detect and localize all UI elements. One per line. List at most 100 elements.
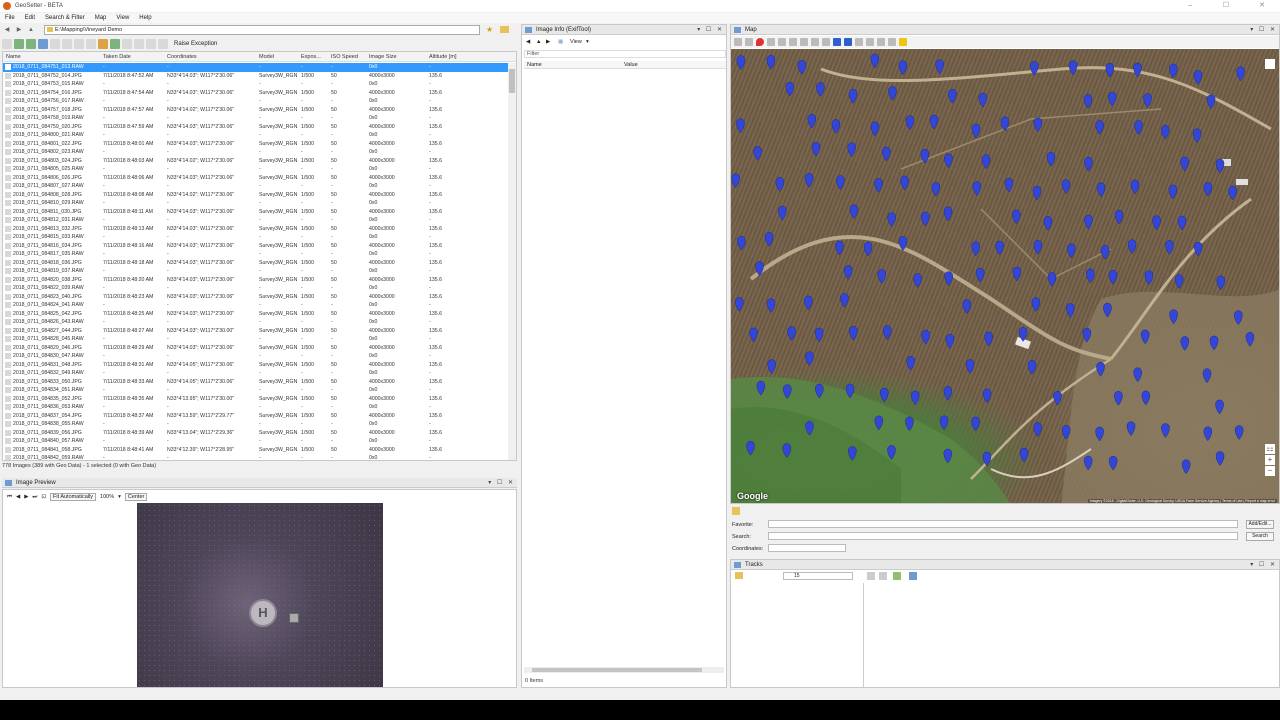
photo-location-marker[interactable] bbox=[1027, 360, 1037, 375]
photo-location-marker[interactable] bbox=[778, 205, 787, 221]
photo-location-marker[interactable] bbox=[1012, 209, 1021, 225]
photo-location-marker[interactable] bbox=[797, 60, 807, 75]
photo-location-marker[interactable] bbox=[1000, 116, 1010, 132]
table-row[interactable]: 2018_0711_084752_014.JPG 7/11/2018 8:47:5… bbox=[3, 72, 509, 81]
search-folder-icon[interactable] bbox=[732, 507, 740, 515]
export-icon[interactable] bbox=[134, 39, 144, 49]
table-row[interactable]: 2018_0711_084810_029.RAW - - - - - 0x0 - bbox=[3, 199, 509, 208]
photo-location-marker[interactable] bbox=[1130, 179, 1140, 195]
zoom-value[interactable]: 100% bbox=[100, 494, 114, 500]
photo-location-marker[interactable] bbox=[840, 293, 849, 308]
col-model[interactable]: Model bbox=[259, 54, 274, 60]
map-route-icon[interactable] bbox=[767, 38, 775, 46]
col-altitude[interactable]: Altitude [m] bbox=[429, 54, 457, 60]
photo-location-marker[interactable] bbox=[870, 121, 880, 137]
photo-location-marker[interactable] bbox=[1033, 422, 1042, 437]
photo-location-marker[interactable] bbox=[737, 235, 746, 251]
photo-location-marker[interactable] bbox=[1168, 184, 1178, 200]
zoom-dropdown-icon[interactable]: ▾ bbox=[118, 494, 121, 500]
view-menu[interactable]: View bbox=[570, 39, 582, 45]
map-nav-forward-icon[interactable] bbox=[844, 38, 852, 46]
photo-location-marker[interactable] bbox=[849, 325, 858, 341]
col-exposure[interactable]: Expos... bbox=[301, 54, 321, 60]
photo-location-marker[interactable] bbox=[735, 297, 744, 312]
table-row[interactable]: 2018_0711_084830_047.RAW - - - - - 0x0 - bbox=[3, 352, 509, 361]
table-row[interactable]: 2018_0711_084838_055.RAW - - - - - 0x0 - bbox=[3, 420, 509, 429]
photo-location-marker[interactable] bbox=[1108, 269, 1118, 285]
photo-location-marker[interactable] bbox=[982, 388, 992, 404]
last-image-icon[interactable]: ⏭ bbox=[32, 494, 37, 501]
photo-location-marker[interactable] bbox=[921, 211, 930, 227]
photo-location-marker[interactable] bbox=[1144, 270, 1154, 286]
photo-location-marker[interactable] bbox=[882, 146, 891, 162]
copy-icon[interactable] bbox=[74, 39, 84, 49]
photo-location-marker[interactable] bbox=[1206, 94, 1216, 110]
photo-location-marker[interactable] bbox=[736, 55, 746, 71]
table-row[interactable]: 2018_0711_084834_051.RAW - - - - - 0x0 - bbox=[3, 386, 509, 395]
map-track-icon[interactable] bbox=[866, 38, 874, 46]
photo-location-marker[interactable] bbox=[1043, 216, 1053, 231]
photo-location-marker[interactable] bbox=[835, 240, 844, 256]
photo-location-marker[interactable] bbox=[1174, 274, 1184, 289]
photo-location-marker[interactable] bbox=[1203, 182, 1213, 197]
table-row[interactable]: 2018_0711_084823_040.JPG 7/11/2018 8:48:2… bbox=[3, 293, 509, 302]
map-link-icon[interactable] bbox=[877, 38, 885, 46]
forward-arrow-icon[interactable]: ▶ bbox=[14, 25, 24, 35]
table-row[interactable]: 2018_0711_084839_056.JPG 7/11/2018 8:48:3… bbox=[3, 429, 509, 438]
tracks-tool-icon-2[interactable] bbox=[879, 572, 887, 580]
photo-location-marker[interactable] bbox=[944, 271, 953, 287]
table-row[interactable]: 2018_0711_084808_028.JPG 7/11/2018 8:48:0… bbox=[3, 191, 509, 200]
table-row[interactable]: 2018_0711_084822_039.RAW - - - - - 0x0 - bbox=[3, 284, 509, 293]
map-refresh-icon[interactable] bbox=[855, 38, 863, 46]
col-name[interactable]: Name bbox=[6, 54, 21, 60]
view-dropdown-icon[interactable]: ▾ bbox=[586, 39, 589, 45]
photo-location-marker[interactable] bbox=[906, 356, 915, 371]
photo-location-marker[interactable] bbox=[1105, 63, 1115, 78]
table-row[interactable]: 2018_0711_084757_018.JPG 7/11/2018 8:47:5… bbox=[3, 106, 509, 115]
photo-location-marker[interactable] bbox=[849, 204, 859, 220]
map-layer-icon[interactable]: ⚏ bbox=[1265, 444, 1275, 454]
photo-location-marker[interactable] bbox=[1067, 243, 1076, 259]
photo-location-marker[interactable] bbox=[1169, 63, 1178, 79]
photo-location-marker[interactable] bbox=[962, 299, 972, 314]
photo-location-marker[interactable] bbox=[1031, 297, 1041, 312]
add-edit-button[interactable]: Add/Edit... bbox=[1246, 520, 1274, 529]
photo-location-marker[interactable] bbox=[1236, 66, 1245, 82]
photo-location-marker[interactable] bbox=[882, 325, 892, 340]
photo-location-marker[interactable] bbox=[775, 177, 785, 192]
menu-map[interactable]: Map bbox=[90, 15, 112, 21]
table-row[interactable]: 2018_0711_084802_023.RAW - - - - - 0x0 - bbox=[3, 148, 509, 157]
photo-location-marker[interactable] bbox=[1193, 241, 1203, 257]
photo-location-marker[interactable] bbox=[1177, 215, 1187, 231]
menu-file[interactable]: File bbox=[0, 15, 20, 21]
photo-location-marker[interactable] bbox=[1216, 275, 1226, 291]
photo-location-marker[interactable] bbox=[1192, 128, 1202, 144]
photo-location-marker[interactable] bbox=[1046, 151, 1056, 167]
table-row[interactable]: 2018_0711_084807_027.RAW - - - - - 0x0 - bbox=[3, 182, 509, 191]
raise-exception-button[interactable]: Raise Exception bbox=[174, 41, 217, 47]
photo-location-marker[interactable] bbox=[900, 175, 909, 191]
photo-location-marker[interactable] bbox=[731, 173, 740, 189]
photo-location-marker[interactable] bbox=[1161, 124, 1170, 140]
photo-location-marker[interactable] bbox=[905, 115, 915, 131]
tracks-tool-icon-1[interactable] bbox=[867, 572, 875, 580]
table-row[interactable]: 2018_0711_084805_025.RAW - - - - - 0x0 - bbox=[3, 165, 509, 174]
map-layers-icon[interactable] bbox=[822, 38, 830, 46]
prev-image-icon[interactable]: ◀ bbox=[16, 494, 20, 500]
tracks-tool-icon-3[interactable] bbox=[893, 572, 901, 580]
photo-location-marker[interactable] bbox=[1053, 390, 1062, 406]
tracks-count-select[interactable]: 15 bbox=[783, 572, 853, 580]
photo-location-marker[interactable] bbox=[874, 178, 883, 193]
info-back-icon[interactable]: ◀ bbox=[526, 39, 530, 45]
map-home-icon[interactable] bbox=[734, 38, 742, 46]
photo-location-marker[interactable] bbox=[1032, 185, 1042, 201]
info-grid-icon[interactable]: ▦ bbox=[558, 39, 563, 45]
table-row[interactable]: 2018_0711_084841_058.JPG 7/11/2018 8:48:4… bbox=[3, 446, 509, 455]
photo-location-marker[interactable] bbox=[943, 386, 953, 401]
assign-position-icon[interactable] bbox=[110, 39, 120, 49]
paste-icon[interactable] bbox=[86, 39, 96, 49]
photo-location-marker[interactable] bbox=[995, 240, 1004, 256]
info-panel-controls[interactable]: ▾ ☐ ✕ bbox=[697, 25, 724, 35]
photo-location-marker[interactable] bbox=[767, 359, 776, 375]
photo-location-marker[interactable] bbox=[1228, 185, 1237, 201]
